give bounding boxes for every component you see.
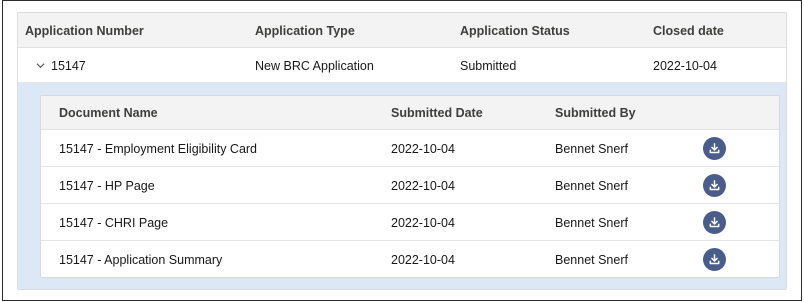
documents-table: Document Name Submitted Date Submitted B… — [40, 95, 780, 278]
download-icon — [709, 254, 720, 265]
header-submitted-by[interactable]: Submitted By — [555, 106, 636, 120]
document-row: 15147 - HP Page 2022-10-04 Bennet Snerf — [41, 167, 779, 204]
document-submitted-by: Bennet Snerf — [555, 216, 628, 230]
header-submitted-date[interactable]: Submitted Date — [391, 106, 483, 120]
application-row[interactable]: 15147 New BRC Application Submitted 2022… — [18, 48, 786, 83]
download-button[interactable] — [703, 211, 726, 234]
chevron-down-icon[interactable] — [36, 61, 45, 70]
download-button[interactable] — [703, 174, 726, 197]
document-row: 15147 - Application Summary 2022-10-04 B… — [41, 241, 779, 277]
application-closed-date: 2022-10-04 — [653, 59, 717, 73]
document-submitted-by: Bennet Snerf — [555, 142, 628, 156]
document-row: 15147 - CHRI Page 2022-10-04 Bennet Sner… — [41, 204, 779, 241]
document-submitted-by: Bennet Snerf — [555, 253, 628, 267]
document-submitted-date: 2022-10-04 — [391, 142, 455, 156]
document-name: 15147 - Employment Eligibility Card — [59, 142, 258, 156]
applications-header-row: Application Number Application Type Appl… — [18, 13, 786, 48]
download-button[interactable] — [703, 248, 726, 271]
download-button[interactable] — [703, 137, 726, 160]
document-submitted-date: 2022-10-04 — [391, 216, 455, 230]
screenshot-frame: Application Number Application Type Appl… — [2, 0, 802, 301]
download-icon — [709, 217, 720, 228]
document-row: 15147 - Employment Eligibility Card 2022… — [41, 130, 779, 167]
application-status: Submitted — [460, 59, 517, 73]
header-document-name[interactable]: Document Name — [59, 106, 158, 120]
application-type: New BRC Application — [255, 59, 374, 73]
document-name: 15147 - HP Page — [59, 179, 155, 193]
download-icon — [709, 180, 720, 191]
expanded-documents-area: Document Name Submitted Date Submitted B… — [18, 83, 786, 289]
document-name: 15147 - CHRI Page — [59, 216, 169, 230]
document-submitted-date: 2022-10-04 — [391, 253, 455, 267]
application-number: 15147 — [51, 59, 86, 73]
header-closed-date[interactable]: Closed date — [653, 24, 724, 38]
header-application-status[interactable]: Application Status — [460, 24, 570, 38]
document-submitted-date: 2022-10-04 — [391, 179, 455, 193]
header-application-type[interactable]: Application Type — [255, 24, 355, 38]
documents-header-row: Document Name Submitted Date Submitted B… — [41, 96, 779, 130]
applications-table: Application Number Application Type Appl… — [17, 12, 787, 290]
document-submitted-by: Bennet Snerf — [555, 179, 628, 193]
document-name: 15147 - Application Summary — [59, 253, 223, 267]
header-application-number[interactable]: Application Number — [25, 24, 144, 38]
download-icon — [709, 143, 720, 154]
